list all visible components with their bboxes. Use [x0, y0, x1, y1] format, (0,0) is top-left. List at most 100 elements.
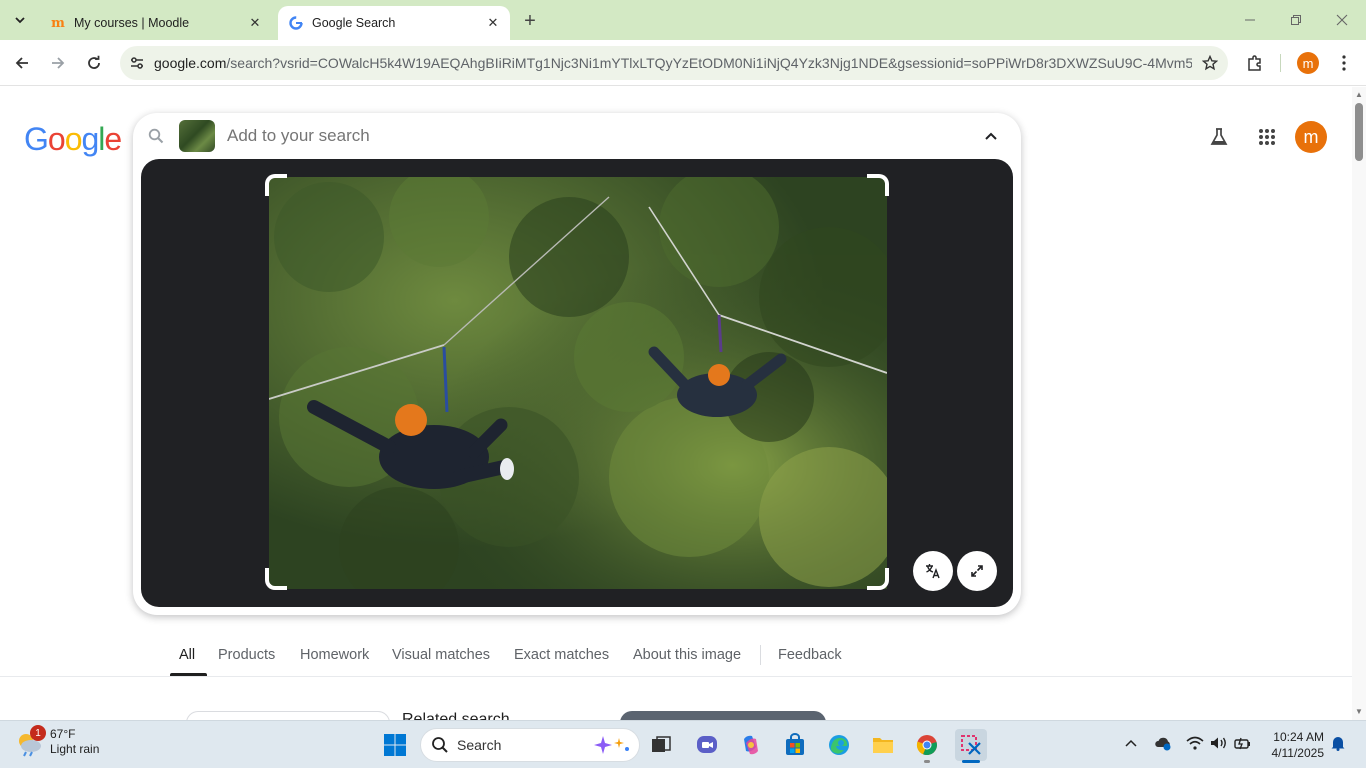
tab-moodle[interactable]: m My courses | Moodle ✕ — [40, 6, 272, 40]
chrome-menu-button[interactable] — [1332, 51, 1356, 75]
tab-exact-matches[interactable]: Exact matches — [514, 647, 609, 663]
tab-all[interactable]: All — [179, 647, 195, 663]
tab-homework[interactable]: Homework — [300, 647, 369, 663]
crop-handle-bottom-left[interactable] — [265, 568, 287, 590]
store-bag-icon — [786, 733, 804, 755]
task-view-button[interactable] — [645, 729, 677, 761]
file-explorer-app[interactable] — [867, 729, 899, 761]
chevron-up-icon — [1125, 739, 1137, 747]
notifications-button[interactable] — [1326, 731, 1350, 755]
related-searches-heading: Related search — [402, 711, 510, 720]
crop-handle-bottom-right[interactable] — [867, 568, 889, 590]
system-clock[interactable]: 10:24 AM 4/11/2025 — [1262, 729, 1325, 761]
new-tab-button[interactable]: + — [518, 9, 542, 33]
minimize-button[interactable] — [1240, 10, 1260, 30]
close-tab-icon[interactable]: ✕ — [246, 14, 264, 32]
account-avatar[interactable]: m — [1295, 121, 1327, 153]
restore-icon — [1291, 15, 1301, 25]
page-scrollbar[interactable]: ▲ ▼ — [1352, 87, 1366, 720]
reload-button[interactable] — [81, 50, 107, 76]
snipping-tool-app[interactable] — [955, 729, 987, 761]
copilot-app[interactable] — [735, 729, 767, 761]
result-filter-tabs: All Products Homework Visual matches Exa… — [0, 635, 1352, 677]
windows-taskbar: 1 67°F Light rain Search 10:24 AM 4/11/2… — [0, 720, 1366, 768]
snipping-tool-icon — [961, 735, 981, 755]
result-image-card[interactable] — [620, 711, 826, 720]
tab-title: My courses | Moodle — [74, 16, 190, 30]
collapse-button[interactable] — [961, 131, 1021, 141]
address-bar[interactable]: google.com/search?vsrid=COWalcH5k4W19AEQ… — [120, 46, 1228, 80]
toolbar-divider — [1280, 54, 1281, 72]
scroll-down-arrow-icon[interactable]: ▼ — [1355, 708, 1363, 716]
google-apps-button[interactable] — [1253, 123, 1281, 151]
reload-icon — [88, 55, 100, 69]
google-g-icon — [288, 15, 304, 31]
speaker-icon — [1211, 737, 1226, 749]
crop-handle-top-right[interactable] — [867, 174, 889, 196]
microsoft-store-app[interactable] — [779, 729, 811, 761]
wifi-tray-icon[interactable] — [1183, 731, 1207, 755]
search-labs-button[interactable] — [1205, 123, 1233, 151]
add-to-search-input[interactable] — [227, 126, 961, 146]
weather-widget[interactable]: 1 67°F Light rain — [14, 725, 100, 757]
folder-icon — [873, 738, 893, 753]
extensions-button[interactable] — [1243, 51, 1267, 75]
taskbar-search-box[interactable]: Search — [420, 728, 640, 762]
feedback-link[interactable]: Feedback — [778, 647, 842, 663]
close-window-button[interactable] — [1332, 10, 1352, 30]
fullscreen-button[interactable] — [957, 551, 997, 591]
active-tab-indicator — [170, 673, 207, 676]
puzzle-icon — [1248, 55, 1261, 71]
tab-products[interactable]: Products — [218, 647, 275, 663]
browser-toolbar: google.com/search?vsrid=COWalcH5k4W19AEQ… — [0, 40, 1366, 86]
site-info-button[interactable] — [120, 55, 154, 71]
lens-search-box — [133, 113, 1021, 615]
logo-letter: g — [81, 121, 99, 157]
crop-handle-top-left[interactable] — [265, 174, 287, 196]
tab-google-search[interactable]: Google Search ✕ — [278, 6, 510, 40]
result-card[interactable] — [186, 711, 390, 720]
sparkle-icon — [594, 736, 629, 754]
google-logo[interactable]: Google — [24, 121, 122, 158]
clock-date: 4/11/2025 — [1271, 746, 1325, 760]
back-button[interactable] — [9, 50, 35, 76]
wifi-icon — [1186, 736, 1204, 750]
chrome-app[interactable] — [911, 729, 943, 761]
volume-tray-icon[interactable] — [1207, 731, 1231, 755]
tab-search-button[interactable] — [8, 8, 32, 32]
image-thumbnail[interactable] — [179, 120, 215, 152]
restore-button[interactable] — [1286, 10, 1306, 30]
onedrive-tray-icon[interactable] — [1151, 731, 1175, 755]
tab-about-this-image[interactable]: About this image — [633, 647, 741, 663]
cloud-icon — [1155, 737, 1171, 751]
profile-button[interactable]: m — [1297, 52, 1319, 74]
chevron-down-icon — [15, 17, 25, 24]
weather-description: Light rain — [50, 742, 100, 756]
show-hidden-icons-button[interactable] — [1119, 731, 1143, 755]
tab-visual-matches[interactable]: Visual matches — [392, 647, 490, 663]
arrow-left-icon — [15, 57, 28, 69]
search-row — [133, 113, 1021, 159]
clock-time: 10:24 AM — [1273, 730, 1324, 744]
expand-icon — [971, 565, 983, 577]
scroll-up-arrow-icon[interactable]: ▲ — [1355, 91, 1363, 99]
chevron-up-icon — [985, 132, 997, 140]
tab-separator — [760, 645, 761, 665]
forward-button[interactable] — [45, 50, 71, 76]
start-button[interactable] — [379, 729, 411, 761]
translate-button[interactable] — [913, 551, 953, 591]
zipline-photo[interactable] — [269, 177, 887, 589]
flask-icon — [1210, 128, 1228, 145]
close-tab-icon[interactable]: ✕ — [484, 14, 502, 32]
url-host: google.com — [154, 55, 227, 71]
teams-chat-app[interactable] — [691, 729, 723, 761]
minimize-icon — [1245, 19, 1255, 21]
edge-browser-app[interactable] — [823, 729, 855, 761]
scrollbar-thumb[interactable] — [1355, 103, 1363, 161]
chrome-running-indicator — [924, 760, 930, 763]
search-icon — [432, 737, 448, 753]
bookmark-button[interactable] — [1192, 55, 1228, 71]
close-icon — [1336, 14, 1348, 26]
windows-logo-icon — [384, 734, 406, 756]
battery-tray-icon[interactable] — [1231, 731, 1255, 755]
